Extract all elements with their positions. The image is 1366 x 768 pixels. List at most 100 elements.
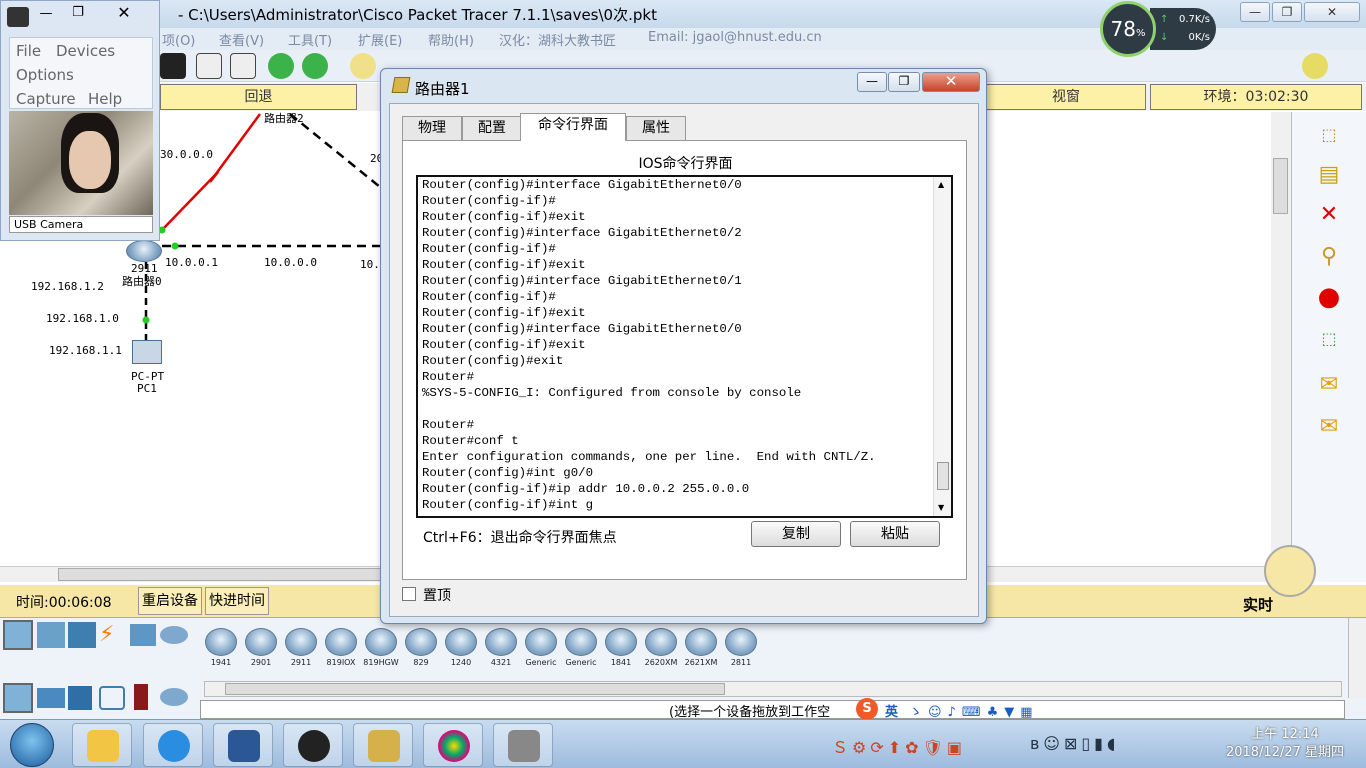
scroll-up-icon[interactable]: ▲ (938, 180, 944, 189)
fast-forward-button[interactable]: 快进时间 (205, 587, 269, 615)
device-2621xm[interactable]: 2621XM (683, 628, 719, 680)
device-generic[interactable]: Generic (523, 628, 559, 680)
device-2620xm[interactable]: 2620XM (643, 628, 679, 680)
wireless-category-icon[interactable] (99, 686, 125, 710)
menu-item-extensions[interactable]: 扩展(E) (358, 30, 402, 49)
cli-terminal[interactable]: Router(config)#interface GigabitEthernet… (416, 175, 953, 518)
security-category-icon[interactable] (134, 684, 148, 710)
inspect-tool-icon[interactable]: ⚲ (1314, 242, 1344, 272)
print-icon[interactable] (230, 53, 256, 79)
camera-maximize-button[interactable]: ❐ (67, 5, 89, 23)
dialog-maximize-button[interactable]: ❐ (888, 72, 920, 92)
device-1240[interactable]: 1240 (443, 628, 479, 680)
camera-menu-file[interactable]: File (16, 42, 41, 60)
menu-item-tools[interactable]: 工具(T) (288, 30, 332, 49)
zoom-in-icon[interactable] (350, 53, 376, 79)
multiuser-icon[interactable] (160, 626, 188, 644)
camera-close-button[interactable]: ✕ (113, 3, 135, 23)
device-829[interactable]: 829 (403, 628, 439, 680)
undo-icon[interactable] (268, 53, 294, 79)
delete-tool-icon[interactable]: ✕ (1314, 200, 1344, 230)
camera-menu-options[interactable]: Options (16, 66, 74, 84)
pin-top-checkbox[interactable] (402, 587, 416, 601)
redo-icon[interactable] (302, 53, 328, 79)
tab-cli[interactable]: 命令行界面 (520, 113, 626, 141)
device-hscroll[interactable] (204, 681, 1342, 697)
router1-dialog[interactable]: 路由器1 — ❐ ✕ 物理 配置 命令行界面 属性 IOS命令行界面 Route… (380, 68, 987, 624)
save-icon[interactable] (160, 53, 186, 79)
device-vscroll[interactable] (1348, 618, 1366, 698)
device-2811[interactable]: 2811 (723, 628, 759, 680)
category-network-icon[interactable] (3, 620, 33, 650)
select-tool-icon[interactable]: ⬚ (1314, 120, 1344, 150)
tray-icons-2[interactable]: ʙ☺⊠▯▮◖ (1030, 734, 1119, 753)
terminal-scrollbar[interactable]: ▲ ▼ (933, 177, 951, 516)
category-component-icon[interactable] (68, 622, 96, 648)
info-icon[interactable] (1302, 53, 1328, 79)
device-819hgw[interactable]: 819HGW (363, 628, 399, 680)
router0-icon[interactable] (126, 240, 162, 262)
tab-config[interactable]: 配置 (462, 116, 522, 140)
tab-physical[interactable]: 物理 (402, 116, 462, 140)
environment-time[interactable]: 环境：03:02:30 (1150, 84, 1362, 110)
workspace-vscroll[interactable] (1271, 112, 1291, 582)
taskbar-sogou[interactable] (143, 723, 203, 767)
document-icon[interactable] (196, 53, 222, 79)
paste-button[interactable]: 粘贴 (850, 521, 940, 547)
taskbar-photos[interactable] (423, 723, 483, 767)
ime-mode-label[interactable]: 英 (885, 701, 898, 720)
connections-icon[interactable]: ⚡ (99, 622, 123, 648)
power-cycle-button[interactable]: 重启设备 (138, 587, 202, 615)
close-button[interactable]: ✕ (1304, 2, 1360, 22)
camera-menu-capture[interactable]: Capture (16, 90, 76, 108)
menu-item-view[interactable]: 查看(V) (219, 30, 264, 49)
camera-menu-help[interactable]: Help (88, 90, 122, 108)
maximize-button[interactable]: ❐ (1272, 2, 1302, 22)
resize-tool-icon[interactable]: ⬚ (1314, 324, 1344, 354)
terminal-scroll-thumb[interactable] (937, 462, 949, 490)
routers-category-icon[interactable] (3, 683, 33, 713)
device-2901[interactable]: 2901 (243, 628, 279, 680)
camera-window[interactable]: — ❐ ✕ File Devices Options Capture Help … (0, 0, 160, 241)
hubs-category-icon[interactable] (68, 686, 92, 710)
copy-button[interactable]: 复制 (751, 521, 841, 547)
realtime-mode-label[interactable]: 实时 (1243, 594, 1273, 615)
sogou-ime-icon[interactable]: S (856, 698, 878, 720)
device-1941[interactable]: 1941 (203, 628, 239, 680)
ime-toolbar-icons[interactable]: ゝ☺♪⌨♣▼▦ (909, 701, 1039, 720)
vscroll-thumb[interactable] (1273, 158, 1288, 214)
viewport-button[interactable]: 视窗 (986, 84, 1146, 110)
menu-item-options[interactable]: 项(O) (162, 30, 195, 49)
dialog-close-button[interactable]: ✕ (922, 72, 980, 92)
complex-pdu-icon[interactable]: ✉ (1314, 412, 1344, 442)
device-generic[interactable]: Generic (563, 628, 599, 680)
scroll-down-icon[interactable]: ▼ (938, 503, 944, 512)
tray-icons[interactable]: Ｓ⚙⟳⬆✿🛡▣ (832, 734, 966, 758)
device-hscroll-thumb[interactable] (225, 683, 725, 695)
taskbar-explorer[interactable] (72, 723, 132, 767)
taskbar-camera[interactable] (493, 723, 553, 767)
system-clock[interactable]: 上午 12:14 2018/12/27 星期四 (1210, 726, 1360, 762)
taskbar-packet-tracer[interactable] (353, 723, 413, 767)
tab-attributes[interactable]: 属性 (626, 116, 686, 140)
simple-pdu-icon[interactable]: ✉ (1314, 370, 1344, 400)
taskbar-qq[interactable] (283, 723, 343, 767)
category-enddevice-icon[interactable] (37, 622, 65, 648)
camera-menu-devices[interactable]: Devices (56, 42, 115, 60)
back-button[interactable]: 回退 (160, 84, 357, 110)
note-tool-icon[interactable]: ▤ (1314, 160, 1344, 190)
device-2911[interactable]: 2911 (283, 628, 319, 680)
camera-minimize-button[interactable]: — (35, 6, 57, 24)
device-1841[interactable]: 1841 (603, 628, 639, 680)
pc1-icon[interactable] (132, 340, 162, 364)
menu-item-help[interactable]: 帮助(H) (428, 30, 474, 49)
minimize-button[interactable]: — (1240, 2, 1270, 22)
device-4321[interactable]: 4321 (483, 628, 519, 680)
net-speed-widget[interactable]: ↑ 0.7K/s ↓ 0K/s 78% (1098, 0, 1218, 60)
switches-category-icon[interactable] (37, 688, 65, 708)
clock-mode-icon[interactable] (1264, 545, 1316, 597)
wan-emu-category-icon[interactable] (160, 688, 188, 706)
dialog-minimize-button[interactable]: — (857, 72, 887, 92)
start-button[interactable] (10, 723, 54, 767)
taskbar-word[interactable] (213, 723, 273, 767)
